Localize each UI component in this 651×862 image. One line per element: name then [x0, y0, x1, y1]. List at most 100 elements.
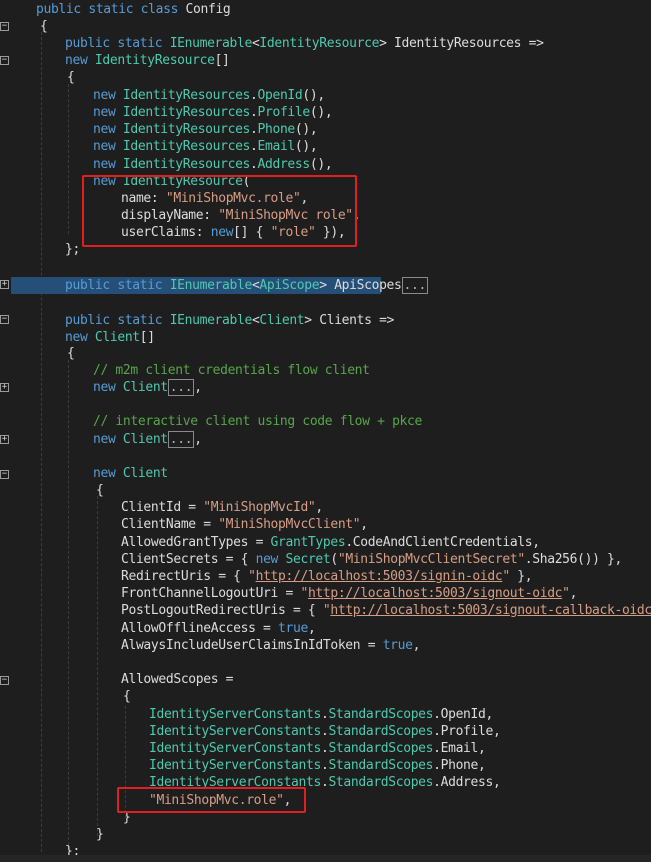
- fold-plus-icon[interactable]: +: [0, 383, 9, 392]
- fold-plus-icon[interactable]: +: [0, 280, 9, 289]
- fold-minus-icon[interactable]: −: [0, 676, 9, 685]
- code-line[interactable]: IdentityServerConstants.StandardScopes.P…: [149, 723, 501, 740]
- code-line[interactable]: IdentityServerConstants.StandardScopes.P…: [149, 757, 486, 774]
- punctuation: ,: [307, 621, 316, 636]
- code-line[interactable]: }: [96, 826, 104, 843]
- type-name: Client: [122, 466, 168, 481]
- fold-minus-icon[interactable]: −: [0, 470, 9, 479]
- type-name: IEnumerable: [169, 36, 253, 51]
- string-quote: ": [248, 569, 256, 584]
- code-line[interactable]: new IdentityResources.Email(),: [93, 138, 318, 155]
- type-name: ApiScope: [259, 278, 320, 293]
- code-line[interactable]: {: [67, 345, 75, 362]
- code-line[interactable]: AllowedGrantTypes = GrantTypes.CodeAndCl…: [121, 534, 540, 551]
- code-line[interactable]: IdentityServerConstants.StandardScopes.E…: [149, 740, 486, 757]
- code-line[interactable]: AllowedScopes =: [121, 671, 234, 688]
- fold-minus-icon[interactable]: −: [0, 56, 9, 65]
- type-name: IEnumerable: [169, 278, 253, 293]
- code-line-selected[interactable]: public static IEnumerable<ApiScope> ApiS…: [65, 277, 428, 294]
- code-line[interactable]: displayName: "MiniShopMvc role",: [121, 207, 361, 224]
- code-line[interactable]: {: [67, 69, 75, 86]
- code-line[interactable]: new IdentityResource[]: [65, 52, 230, 69]
- code-line[interactable]: new Client[]: [65, 329, 155, 346]
- punctuation: (),: [302, 88, 325, 103]
- type-name: IdentityResources: [122, 122, 251, 137]
- code-line[interactable]: // interactive client using code flow + …: [93, 413, 422, 430]
- code-line[interactable]: ClientName = "MiniShopMvcClient",: [121, 516, 368, 533]
- comment: // m2m client credentials flow client: [93, 363, 370, 378]
- member-access: .Sha256()) },: [524, 552, 623, 567]
- code-line[interactable]: new Client...,: [93, 379, 202, 396]
- punctuation: .: [250, 157, 258, 172]
- code-line[interactable]: PostLogoutRedirectUris = { "http://local…: [121, 602, 651, 619]
- punctuation: ,: [300, 191, 308, 206]
- url-link[interactable]: http://localhost:5003/signout-callback-o…: [330, 603, 651, 618]
- code-editor[interactable]: − − + − + + − − public static class Conf…: [0, 0, 651, 862]
- code-line[interactable]: "MiniShopMvc.role",: [149, 792, 291, 809]
- property: AllowOfflineAccess =: [121, 621, 279, 636]
- code-line[interactable]: name: "MiniShopMvc.role",: [121, 190, 308, 207]
- fold-minus-icon[interactable]: −: [0, 315, 9, 324]
- code-line[interactable]: // m2m client credentials flow client: [93, 362, 370, 379]
- code-line[interactable]: {: [40, 18, 48, 35]
- type-name: Client: [122, 432, 168, 447]
- fold-minus-icon[interactable]: −: [0, 22, 9, 31]
- string-quote: ": [502, 569, 510, 584]
- code-line[interactable]: new Client...,: [93, 431, 202, 448]
- type-name: IdentityServerConstants: [149, 724, 321, 739]
- member-name: OpenId: [257, 88, 303, 103]
- code-line[interactable]: {: [96, 482, 104, 499]
- code-line[interactable]: RedirectUris = { "http://localhost:5003/…: [121, 568, 533, 585]
- punctuation: .: [250, 139, 258, 154]
- keyword: true: [278, 621, 308, 636]
- code-line[interactable]: FrontChannelLogoutUri = "http://localhos…: [121, 585, 577, 602]
- type-name: Client: [94, 330, 140, 345]
- brace: {: [123, 689, 131, 704]
- url-link[interactable]: http://localhost:5003/signin-oidc: [256, 569, 503, 584]
- property: AlwaysIncludeUserClaimsInIdToken =: [121, 638, 383, 653]
- member-name: Email: [257, 139, 296, 154]
- punctuation: ,: [315, 500, 323, 515]
- code-line[interactable]: new IdentityResources.OpenId(),: [93, 87, 325, 104]
- collapsed-region-button[interactable]: ...: [401, 277, 428, 294]
- string-literal: "MiniShopMvc role": [218, 208, 353, 223]
- code-line[interactable]: }: [123, 809, 131, 826]
- code-line[interactable]: {: [123, 688, 131, 705]
- type-name: IdentityResources: [122, 139, 251, 154]
- code-line[interactable]: ClientSecrets = { new Secret("MiniShopMv…: [121, 551, 622, 568]
- argument-name: userClaims:: [121, 225, 211, 240]
- folding-gutter: [0, 0, 11, 862]
- brace: }: [123, 810, 131, 825]
- property: FrontChannelLogoutUri =: [121, 586, 301, 601]
- punctuation: ,: [283, 793, 292, 808]
- code-line[interactable]: };: [65, 241, 80, 258]
- code-line[interactable]: IdentityServerConstants.StandardScopes.A…: [149, 774, 501, 791]
- fold-plus-icon[interactable]: +: [0, 435, 9, 444]
- type-name: IdentityResource: [94, 53, 215, 68]
- code-line[interactable]: new IdentityResources.Phone(),: [93, 121, 318, 138]
- code-line[interactable]: new IdentityResources.Profile(),: [93, 104, 333, 121]
- collapsed-region-button[interactable]: ...: [167, 379, 195, 396]
- code-line[interactable]: new IdentityResources.Address(),: [93, 156, 333, 173]
- string-literal: "MiniShopMvcId": [203, 500, 316, 515]
- url-link[interactable]: http://localhost:5003/signout-oidc: [308, 586, 563, 601]
- code-line[interactable]: AlwaysIncludeUserClaimsInIdToken = true,: [121, 637, 420, 654]
- code-line[interactable]: public static IEnumerable<Client> Client…: [65, 312, 394, 329]
- code-line[interactable]: ClientId = "MiniShopMvcId",: [121, 499, 323, 516]
- code-line[interactable]: AllowOfflineAccess = true,: [121, 620, 316, 637]
- type-name: IEnumerable: [169, 313, 253, 328]
- code-line[interactable]: IdentityServerConstants.StandardScopes.O…: [149, 706, 493, 723]
- code-line[interactable]: public static IEnumerable<IdentityResour…: [65, 35, 544, 52]
- identifier: > Clients =>: [304, 313, 395, 328]
- code-line[interactable]: userClaims: new[] { "role" }),: [121, 224, 346, 241]
- member-access: .Email,: [433, 741, 486, 756]
- punctuation: },: [509, 569, 533, 584]
- code-line[interactable]: new IdentityResource(: [93, 173, 250, 190]
- type-name: StandardScopes: [328, 724, 434, 739]
- code-line[interactable]: new Client: [93, 465, 168, 482]
- type-name: IdentityResources: [122, 105, 251, 120]
- punctuation: ,: [412, 638, 421, 653]
- collapsed-region-button[interactable]: ...: [167, 431, 195, 448]
- argument-name: displayName:: [121, 208, 219, 223]
- code-line[interactable]: public static class Config: [36, 1, 231, 18]
